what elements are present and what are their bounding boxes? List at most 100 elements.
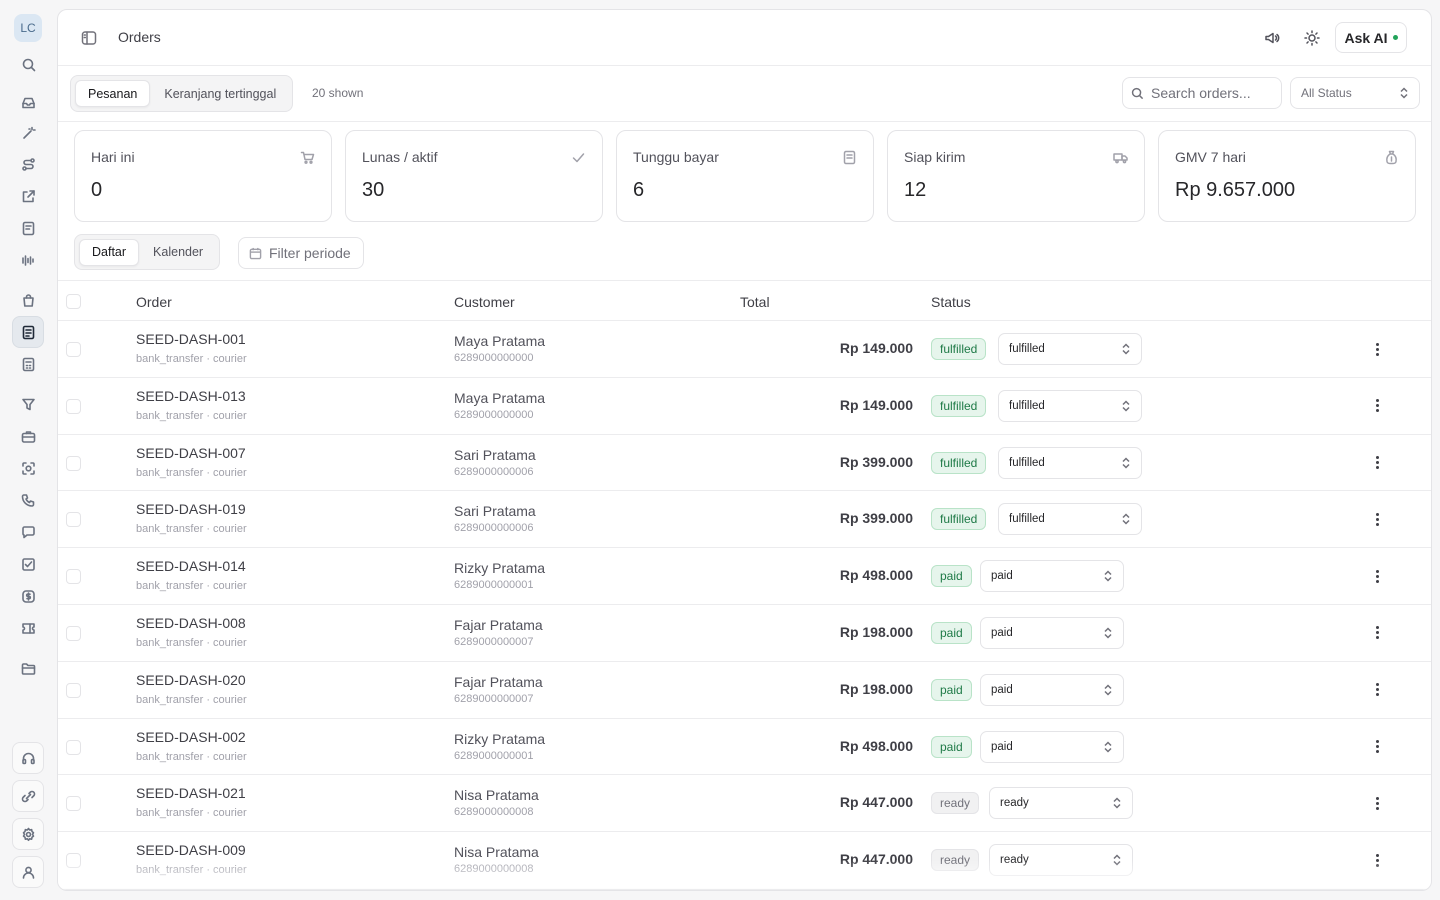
row-checkbox[interactable]: [66, 512, 81, 528]
row-checkbox[interactable]: [66, 625, 81, 641]
sidebar-headset-button[interactable]: [12, 742, 44, 774]
column-header-customer[interactable]: Customer: [454, 294, 515, 310]
table-row[interactable]: SEED-DASH-002 bank_transfer · courier Rizk…: [58, 719, 1431, 776]
sidebar-settings-button[interactable]: [12, 818, 44, 850]
status-dot: [1392, 35, 1398, 40]
order-id[interactable]: SEED-DASH-020: [136, 672, 246, 688]
chevron-updown-icon: [1104, 570, 1112, 582]
sidebar-route-button[interactable]: [12, 148, 44, 180]
status-select[interactable]: ready: [989, 787, 1133, 820]
row-checkbox[interactable]: [66, 853, 81, 869]
sidebar-dollar-button[interactable]: [12, 580, 44, 612]
status-select[interactable]: paid: [980, 673, 1124, 706]
row-actions-icon[interactable]: [1369, 682, 1385, 698]
scan-face-icon: [21, 461, 35, 475]
row-actions-icon[interactable]: [1369, 511, 1385, 527]
order-id[interactable]: SEED-DASH-014: [136, 558, 246, 574]
status-select[interactable]: fulfilled: [998, 446, 1142, 479]
sidebar-orders-button[interactable]: [12, 316, 44, 348]
row-checkbox[interactable]: [66, 455, 81, 471]
tab-pesanan[interactable]: Pesanan: [75, 80, 151, 107]
row-checkbox[interactable]: [66, 739, 81, 755]
sidebar-checklist-button[interactable]: [12, 548, 44, 580]
row-actions-icon[interactable]: [1369, 568, 1385, 584]
sidebar-folder-button[interactable]: [12, 652, 44, 684]
select-all-checkbox[interactable]: [66, 294, 81, 309]
sidebar-link-button[interactable]: [12, 780, 44, 812]
table-row[interactable]: SEED-DASH-014 bank_transfer · courier Rizk…: [58, 548, 1431, 605]
tab-keranjang-tertinggal[interactable]: Keranjang tertinggal: [152, 80, 288, 107]
row-checkbox[interactable]: [66, 398, 81, 414]
row-checkbox[interactable]: [66, 682, 81, 698]
status-select[interactable]: paid: [980, 616, 1124, 649]
table-body: SEED-DASH-001 bank_transfer · courier Maya…: [58, 321, 1431, 889]
row-actions-icon[interactable]: [1369, 852, 1385, 868]
row-actions-icon[interactable]: [1369, 341, 1385, 357]
tab-daftar[interactable]: Daftar: [79, 238, 140, 266]
sidebar-inbox-button[interactable]: [12, 86, 44, 118]
status-select[interactable]: paid: [980, 730, 1124, 763]
row-actions-icon[interactable]: [1369, 739, 1385, 755]
table-row[interactable]: SEED-DASH-001 bank_transfer · courier Maya…: [58, 321, 1431, 378]
status-select[interactable]: paid: [980, 560, 1124, 593]
order-id[interactable]: SEED-DASH-019: [136, 501, 246, 517]
filter-period-button[interactable]: Filter periode: [238, 237, 364, 269]
tab-kalender[interactable]: Kalender: [141, 239, 215, 266]
table-row[interactable]: SEED-DASH-020 bank_transfer · courier Faja…: [58, 662, 1431, 719]
order-id[interactable]: SEED-DASH-001: [136, 331, 246, 347]
row-checkbox[interactable]: [66, 342, 81, 357]
sidebar-user-button[interactable]: [12, 856, 44, 888]
announcement-icon[interactable]: [1263, 29, 1281, 47]
order-id[interactable]: SEED-DASH-009: [136, 842, 246, 858]
sidebar-filter-button[interactable]: [12, 388, 44, 420]
sidebar-audio-wave-button[interactable]: [12, 244, 44, 276]
row-actions-icon[interactable]: [1369, 455, 1385, 471]
sidebar-chat-button[interactable]: [12, 516, 44, 548]
sidebar-magic-wand-button[interactable]: [12, 117, 44, 149]
status-select[interactable]: fulfilled: [998, 389, 1142, 422]
table-header: Order Customer Total Status: [58, 280, 1431, 321]
table-row[interactable]: SEED-DASH-009 bank_transfer · courier Nisa…: [58, 832, 1431, 889]
sidebar-share-button[interactable]: [12, 180, 44, 212]
status-select[interactable]: fulfilled: [998, 503, 1142, 536]
order-id[interactable]: SEED-DASH-007: [136, 445, 246, 461]
table-row[interactable]: SEED-DASH-008 bank_transfer · courier Faja…: [58, 605, 1431, 662]
status-select[interactable]: ready: [989, 844, 1133, 877]
sidebar-bag-button[interactable]: [12, 284, 44, 316]
column-header-total[interactable]: Total: [740, 294, 770, 310]
sidebar-briefcase-button[interactable]: [12, 420, 44, 452]
column-header-status[interactable]: Status: [931, 294, 971, 310]
order-id[interactable]: SEED-DASH-008: [136, 615, 246, 631]
sidebar-phone-button[interactable]: [12, 484, 44, 516]
order-id[interactable]: SEED-DASH-013: [136, 388, 246, 404]
order-id[interactable]: SEED-DASH-002: [136, 729, 246, 745]
sidebar-search-button[interactable]: [12, 48, 44, 80]
order-id[interactable]: SEED-DASH-021: [136, 785, 246, 801]
ask-ai-button[interactable]: Ask AI: [1335, 22, 1407, 53]
sidebar-ticket-button[interactable]: [12, 612, 44, 644]
row-actions-icon[interactable]: [1369, 625, 1385, 641]
table-row[interactable]: SEED-DASH-007 bank_transfer · courier Sari…: [58, 435, 1431, 492]
status-filter-select[interactable]: All Status: [1290, 77, 1420, 109]
table-row[interactable]: SEED-DASH-019 bank_transfer · courier Sari…: [58, 491, 1431, 549]
row-checkbox[interactable]: [66, 569, 81, 585]
order-total: Rp 149.000: [839, 340, 913, 356]
sidebar-toggle-icon[interactable]: [80, 29, 98, 47]
workspace-avatar[interactable]: LC: [14, 14, 42, 42]
sidebar-scan-face-button[interactable]: [12, 452, 44, 484]
customer-phone: 6289000000001: [454, 749, 534, 762]
row-actions-icon[interactable]: [1369, 795, 1385, 811]
column-header-order[interactable]: Order: [136, 294, 172, 310]
customer-name: Nisa Pratama: [454, 844, 539, 861]
search-input[interactable]: [1151, 85, 1269, 101]
table-row[interactable]: SEED-DASH-021 bank_transfer · courier Nisa…: [58, 775, 1431, 833]
status-select[interactable]: fulfilled: [998, 333, 1142, 365]
orders-icon: [22, 325, 34, 339]
theme-toggle-icon[interactable]: [1303, 29, 1321, 47]
orders-toolbar: Pesanan Keranjang tertinggal 20 shown Al…: [58, 66, 1431, 122]
row-actions-icon[interactable]: [1369, 398, 1385, 414]
sidebar-note-button[interactable]: [12, 212, 44, 244]
table-row[interactable]: SEED-DASH-013 bank_transfer · courier Maya…: [58, 378, 1431, 435]
row-checkbox[interactable]: [66, 796, 81, 812]
sidebar-calculator-button[interactable]: [12, 348, 44, 380]
